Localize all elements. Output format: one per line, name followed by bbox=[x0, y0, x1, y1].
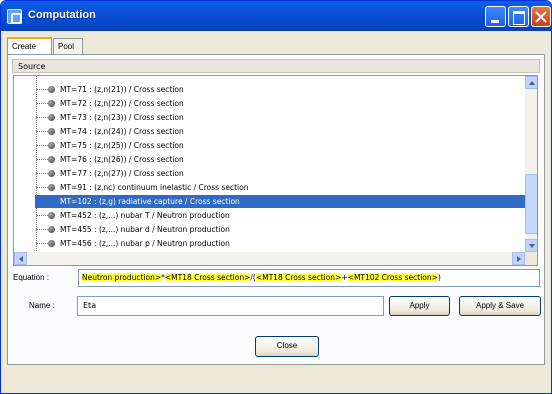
title-bar[interactable]: Computation bbox=[1, 1, 551, 31]
tree-item[interactable]: MT=91 : (z,nc) continuum inelastic / Cro… bbox=[14, 181, 525, 194]
equation-operator: + bbox=[341, 273, 348, 282]
horizontal-scrollbar[interactable] bbox=[14, 252, 525, 265]
equation-token: <MT18 Cross section> bbox=[164, 273, 251, 282]
leaf-node-icon bbox=[48, 212, 55, 219]
equation-field[interactable]: Neutron production>*<MT18 Cross section>… bbox=[78, 269, 540, 287]
tree-item-label: MT=77 : (z,n(27)) / Cross section bbox=[60, 169, 184, 178]
leaf-node-icon bbox=[48, 184, 55, 191]
equation-token: <MT102 Cross section> bbox=[347, 273, 438, 282]
tree-branch-line bbox=[36, 145, 48, 146]
tree-item-label: MT=75 : (z,n(25)) / Cross section bbox=[60, 141, 184, 150]
tree-item-label: MT=456 : (z,...) nubar p / Neutron produ… bbox=[60, 239, 230, 248]
equation-token: Neutron production> bbox=[82, 273, 162, 282]
leaf-node-icon bbox=[48, 128, 55, 135]
leaf-node-icon bbox=[48, 156, 55, 163]
tree-item-label: MT=74 : (z,n(24)) / Cross section bbox=[60, 127, 184, 136]
scroll-left-icon[interactable] bbox=[14, 252, 27, 265]
tree-branch-line bbox=[36, 187, 48, 188]
tree-branch-line bbox=[36, 215, 48, 216]
tree-branch-line bbox=[36, 89, 48, 90]
tree-branch-line bbox=[36, 243, 48, 244]
tree-branch-line bbox=[36, 173, 48, 174]
leaf-node-icon bbox=[48, 100, 55, 107]
minimize-button[interactable] bbox=[485, 6, 506, 27]
tree-branch-line bbox=[36, 229, 48, 230]
maximize-button[interactable] bbox=[508, 6, 529, 27]
tree-item[interactable]: MT=71 : (z,n(21)) / Cross section bbox=[14, 83, 525, 96]
computation-window: Computation Create Pool Source MT=71 : (… bbox=[0, 0, 552, 394]
tree-item[interactable]: MT=73 : (z,n(23)) / Cross section bbox=[14, 111, 525, 124]
scroll-up-icon[interactable] bbox=[525, 76, 537, 89]
tree-branch-line bbox=[36, 159, 48, 160]
source-header: Source bbox=[12, 59, 540, 73]
apply-save-button[interactable]: Apply & Save bbox=[459, 296, 541, 316]
tab-pool[interactable]: Pool bbox=[53, 38, 83, 55]
tree-item-label: MT=455 : (z,...) nubar d / Neutron produ… bbox=[60, 225, 230, 234]
tree-item[interactable]: MT=76 : (z,n(26)) / Cross section bbox=[14, 153, 525, 166]
apply-button[interactable]: Apply bbox=[389, 296, 450, 316]
tab-create[interactable]: Create bbox=[7, 37, 52, 55]
equation-token: <MT18 Cross section> bbox=[255, 273, 342, 282]
tree-item[interactable]: MT=455 : (z,...) nubar d / Neutron produ… bbox=[14, 223, 525, 236]
leaf-node-icon bbox=[48, 142, 55, 149]
tree-item-label: MT=91 : (z,nc) continuum inelastic / Cro… bbox=[60, 183, 249, 192]
close-button[interactable]: Close bbox=[255, 336, 319, 357]
close-window-button[interactable] bbox=[531, 6, 551, 27]
app-icon bbox=[7, 9, 22, 24]
leaf-node-icon bbox=[48, 240, 55, 247]
tree-item-label: MT=71 : (z,n(21)) / Cross section bbox=[60, 85, 184, 94]
create-tab-panel: Source MT=71 : (z,n(21)) / Cross section… bbox=[7, 54, 545, 365]
scroll-thumb[interactable] bbox=[525, 174, 537, 234]
tree-item[interactable]: MT=452 : (z,...) nubar T / Neutron produ… bbox=[14, 209, 525, 222]
tree-item-label: MT=72 : (z,n(22)) / Cross section bbox=[60, 99, 184, 108]
source-tree[interactable]: MT=71 : (z,n(21)) / Cross section MT=72 :… bbox=[13, 75, 538, 266]
scroll-down-icon[interactable] bbox=[525, 239, 537, 252]
tree-item[interactable]: MT=74 : (z,n(24)) / Cross section bbox=[14, 125, 525, 138]
tree-item[interactable]: MT=456 : (z,...) nubar p / Neutron produ… bbox=[14, 237, 525, 250]
tree-item[interactable]: MT=102 : (z,g) radiative capture / Cross… bbox=[35, 195, 525, 208]
name-label: Name : bbox=[29, 301, 55, 310]
tree-item[interactable]: MT=77 : (z,n(27)) / Cross section bbox=[14, 167, 525, 180]
tree-item-label: MT=73 : (z,n(23)) / Cross section bbox=[60, 113, 184, 122]
name-input[interactable]: Eta bbox=[77, 296, 384, 316]
tree-item[interactable]: MT=75 : (z,n(25)) / Cross section bbox=[14, 139, 525, 152]
tree-branch-line bbox=[36, 117, 48, 118]
window-title: Computation bbox=[28, 9, 96, 21]
leaf-node-icon bbox=[48, 226, 55, 233]
equation-operator: ) bbox=[437, 273, 441, 282]
leaf-node-icon bbox=[48, 170, 55, 177]
vertical-scrollbar[interactable] bbox=[525, 76, 537, 252]
leaf-node-icon bbox=[48, 114, 55, 121]
tree-branch-line bbox=[36, 103, 48, 104]
tree-item[interactable]: MT=72 : (z,n(22)) / Cross section bbox=[14, 97, 525, 110]
leaf-node-icon bbox=[48, 86, 55, 93]
tree-item-label: MT=102 : (z,g) radiative capture / Cross… bbox=[60, 197, 240, 206]
tree-item-label: MT=452 : (z,...) nubar T / Neutron produ… bbox=[60, 211, 230, 220]
scroll-right-icon[interactable] bbox=[512, 252, 525, 265]
scroll-corner bbox=[525, 252, 537, 265]
equation-label: Equation : bbox=[13, 273, 50, 282]
tree-branch-line bbox=[36, 131, 48, 132]
tree-item-label: MT=76 : (z,n(26)) / Cross section bbox=[60, 155, 184, 164]
